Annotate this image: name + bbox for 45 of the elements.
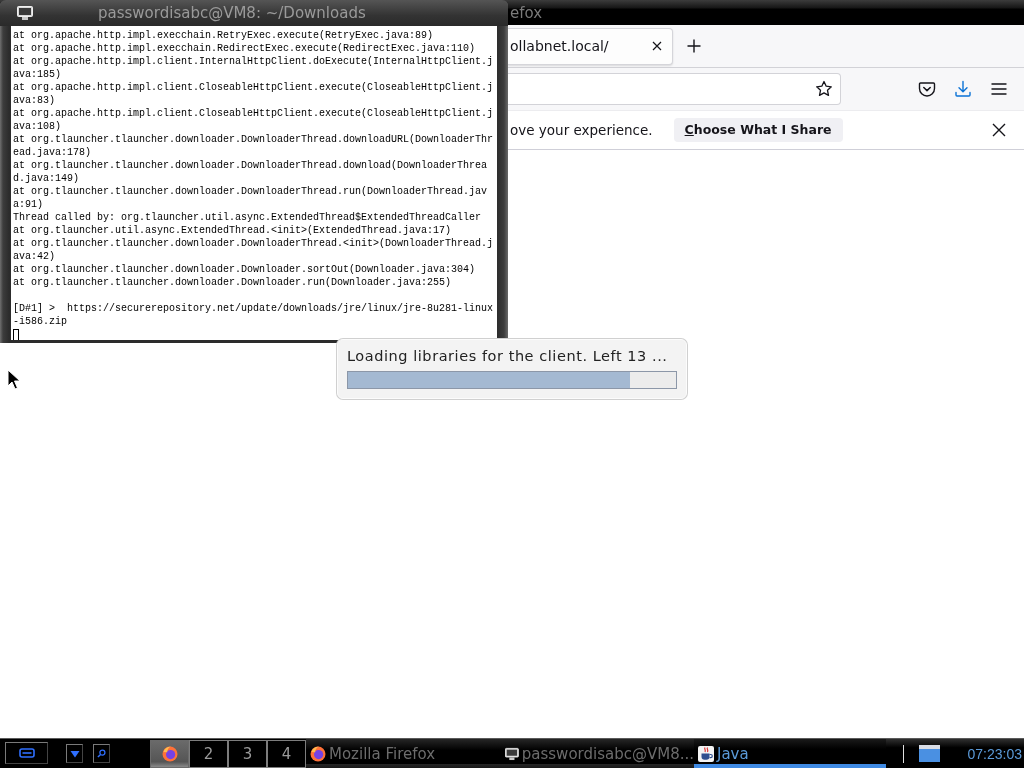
terminal-line: at org.tlauncher.tlauncher.downloader.Downloader.sortOut(Downloader.java:304): [13, 263, 477, 276]
task-button[interactable]: Mozilla Firefox: [306, 739, 501, 768]
browser-tab[interactable]: ollabnet.local/: [508, 27, 673, 65]
window-title: passwordisabc@VM8: ~/Downloads: [98, 4, 366, 22]
terminal-line: at org.tlauncher.tlauncher.downloader.DownloaderThread.run(DownloaderThread.java:91): [13, 185, 489, 211]
clock: 07:23:03: [967, 745, 1022, 762]
terminal-line: at org.tlauncher.tlauncher.downloader.DownloaderThread.download(DownloaderThread.java:149): [13, 159, 489, 185]
terminal-line: at org.apache.http.impl.client.CloseableHttpClient.execute(CloseableHttpClient.java:108): [13, 107, 494, 133]
terminal-line: at org.apache.http.impl.execchain.RedirectExec.execute(RedirectExec.java:110): [13, 42, 477, 55]
plus-icon[interactable]: [687, 39, 701, 53]
workspace-button[interactable]: [150, 740, 189, 768]
terminal-icon: [17, 6, 33, 20]
search-icon: [97, 749, 106, 758]
terminal-line: at org.tlauncher.tlauncher.downloader.Downloader.run(Downloader.java:255): [13, 276, 453, 289]
window-title: efox: [510, 3, 543, 22]
loading-message: Loading libraries for the client. Left 13 ...: [347, 347, 669, 366]
mouse-pointer-icon: [7, 369, 20, 390]
terminal-line: Thread called by: org.tlauncher.util.async.ExtendedThread$ExtendedThreadCaller: [13, 211, 483, 224]
search-button[interactable]: [93, 744, 110, 763]
terminal-line: at org.apache.http.impl.client.InternalHttpClient.doExecute(InternalHttpClient.java:185): [13, 55, 494, 81]
terminal-line: at org.tlauncher.tlauncher.downloader.DownloaderThread.<init>(DownloaderThread.java:42): [13, 237, 494, 263]
window-icon: [18, 748, 35, 758]
terminal-line: at org.tlauncher.util.async.ExtendedThread.<init>(ExtendedThread.java:17): [13, 224, 453, 237]
close-icon[interactable]: [651, 40, 663, 52]
dropdown-button[interactable]: [66, 744, 83, 763]
bookmark-star-icon[interactable]: [815, 80, 833, 98]
terminal-line: at org.tlauncher.tlauncher.downloader.DownloaderThread.downloadURL(DownloaderThread.java:178): [13, 133, 494, 159]
workspace-button[interactable]: 3: [228, 740, 267, 768]
coffee-cup-icon: [698, 745, 714, 762]
terminal-line: at org.apache.http.impl.execchain.RetryExec.execute(RetryExec.java:89): [13, 29, 435, 42]
notification-text: ove your experience.: [510, 122, 653, 138]
monitor-icon: [505, 746, 519, 761]
firefox-icon: [310, 745, 326, 762]
close-icon[interactable]: [991, 122, 1007, 138]
window-menu-button[interactable]: [5, 742, 48, 764]
choose-share-button[interactable]: Choose What I Share: [673, 118, 843, 142]
workspace-button[interactable]: 2: [189, 740, 228, 768]
command-line: [D#1] > https://securerepository.net/update/downloads/jre/linux/jre-8u281-linux-i586.zip: [13, 302, 494, 328]
task-button[interactable]: passwordisabc@VM8...: [501, 739, 694, 768]
caret-down-icon: [69, 749, 80, 758]
address-field[interactable]: [508, 73, 841, 105]
terminal-line: at org.apache.http.impl.client.CloseableHttpClient.execute(CloseableHttpClient.java:83): [13, 81, 494, 107]
workspace-button[interactable]: 4: [267, 740, 306, 768]
task-button[interactable]: Java: [694, 739, 886, 768]
firefox-icon: [161, 746, 178, 762]
